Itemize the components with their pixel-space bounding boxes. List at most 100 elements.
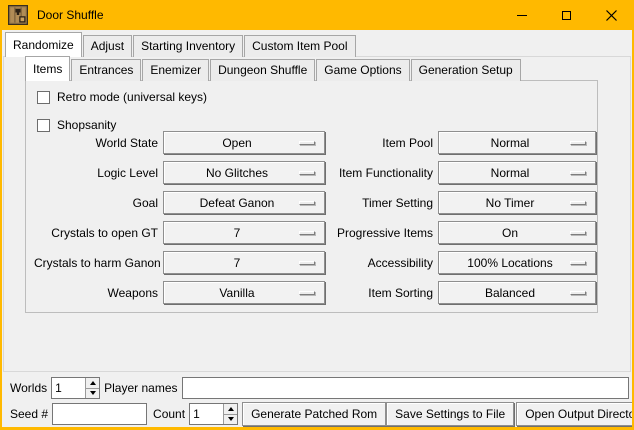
- tab-custom-item-pool[interactable]: Custom Item Pool: [244, 35, 355, 57]
- dropdown-indicator-icon: [299, 201, 315, 205]
- window-border-left: [0, 30, 2, 430]
- dropdown-indicator-icon: [299, 291, 315, 295]
- maximize-icon: [562, 11, 571, 20]
- worlds-spinner[interactable]: [51, 377, 100, 399]
- progressive-items-row: Progressive Items On: [336, 221, 596, 244]
- door-shuffle-window: Door Shuffle Randomize Adjust Starting I…: [0, 0, 634, 430]
- minimize-button[interactable]: [499, 0, 544, 30]
- count-label: Count: [153, 407, 185, 421]
- tab-enemizer[interactable]: Enemizer: [142, 59, 209, 81]
- tab-items[interactable]: Items: [25, 56, 70, 81]
- item-pool-value: Normal: [491, 136, 544, 150]
- timer-setting-value: No Timer: [486, 196, 549, 210]
- dropdown-indicator-icon: [570, 171, 586, 175]
- spin-down-icon[interactable]: [86, 389, 99, 399]
- tab-generation-setup[interactable]: Generation Setup: [411, 59, 521, 81]
- shopsanity-label: Shopsanity: [57, 118, 116, 132]
- progressive-items-value: On: [502, 226, 532, 240]
- dropdown-indicator-icon: [570, 141, 586, 145]
- maximize-button[interactable]: [544, 0, 589, 30]
- weapons-value: Vanilla: [219, 286, 268, 300]
- logic-level-dropdown[interactable]: No Glitches: [163, 161, 325, 184]
- count-input[interactable]: [190, 404, 223, 424]
- tab-randomize[interactable]: Randomize: [5, 32, 82, 57]
- dropdown-indicator-icon: [299, 261, 315, 265]
- spin-up-icon[interactable]: [224, 404, 237, 415]
- logic-level-value: No Glitches: [206, 166, 282, 180]
- crystals-gt-row: Crystals to open GT 7: [34, 221, 325, 244]
- item-sorting-value: Balanced: [485, 286, 549, 300]
- titlebar[interactable]: Door Shuffle: [0, 0, 634, 30]
- spin-up-icon[interactable]: [86, 378, 99, 389]
- worlds-label: Worlds: [10, 381, 47, 395]
- retro-mode-checkbox[interactable]: [37, 91, 50, 104]
- item-functionality-row: Item Functionality Normal: [336, 161, 596, 184]
- player-names-input[interactable]: [182, 377, 630, 399]
- goal-value: Defeat Ganon: [200, 196, 289, 210]
- sub-tab-bar: Items Entrances Enemizer Dungeon Shuffle…: [25, 58, 522, 81]
- open-output-directory-button[interactable]: Open Output Directory: [516, 402, 634, 426]
- timer-setting-dropdown[interactable]: No Timer: [438, 191, 596, 214]
- generation-row: Seed # Count Generate Patched Rom Save S…: [10, 402, 625, 426]
- close-button[interactable]: [589, 0, 634, 30]
- crystals-ganon-label: Crystals to harm Ganon: [34, 256, 158, 270]
- save-settings-button[interactable]: Save Settings to File: [386, 402, 514, 426]
- dropdown-indicator-icon: [299, 141, 315, 145]
- world-state-row: World State Open: [34, 131, 325, 154]
- worlds-spinner-buttons: [85, 378, 99, 398]
- crystals-ganon-row: Crystals to harm Ganon 7: [34, 251, 325, 274]
- close-icon: [606, 10, 617, 21]
- dropdown-indicator-icon: [570, 231, 586, 235]
- weapons-row: Weapons Vanilla: [34, 281, 325, 304]
- options-column-right: Item Pool Normal Item Functionality Norm…: [336, 131, 596, 311]
- item-pool-dropdown[interactable]: Normal: [438, 131, 596, 154]
- dropdown-indicator-icon: [570, 201, 586, 205]
- goal-dropdown[interactable]: Defeat Ganon: [163, 191, 325, 214]
- progressive-items-dropdown[interactable]: On: [438, 221, 596, 244]
- logic-level-label: Logic Level: [34, 166, 158, 180]
- shopsanity-checkbox[interactable]: [37, 119, 50, 132]
- weapons-label: Weapons: [34, 286, 158, 300]
- crystals-ganon-value: 7: [234, 256, 255, 270]
- dropdown-indicator-icon: [570, 291, 586, 295]
- generate-patched-rom-button[interactable]: Generate Patched Rom: [242, 402, 386, 426]
- window-controls: [499, 0, 634, 30]
- tab-dungeon-shuffle[interactable]: Dungeon Shuffle: [210, 59, 315, 81]
- items-tab-content: Retro mode (universal keys) Shopsanity W…: [25, 80, 598, 313]
- crystals-gt-label: Crystals to open GT: [34, 226, 158, 240]
- item-sorting-dropdown[interactable]: Balanced: [438, 281, 596, 304]
- tab-starting-inventory[interactable]: Starting Inventory: [133, 35, 243, 57]
- tab-game-options[interactable]: Game Options: [316, 59, 409, 81]
- timer-setting-label: Timer Setting: [336, 196, 433, 210]
- spin-down-icon[interactable]: [224, 415, 237, 425]
- item-pool-row: Item Pool Normal: [336, 131, 596, 154]
- weapons-dropdown[interactable]: Vanilla: [163, 281, 325, 304]
- multiworld-row: Worlds Player names: [10, 377, 629, 399]
- crystals-gt-value: 7: [234, 226, 255, 240]
- world-state-dropdown[interactable]: Open: [163, 131, 325, 154]
- crystals-gt-dropdown[interactable]: 7: [163, 221, 325, 244]
- item-sorting-row: Item Sorting Balanced: [336, 281, 596, 304]
- tab-adjust[interactable]: Adjust: [83, 35, 132, 57]
- dropdown-indicator-icon: [570, 261, 586, 265]
- item-pool-label: Item Pool: [336, 136, 433, 150]
- world-state-label: World State: [34, 136, 158, 150]
- tab-entrances[interactable]: Entrances: [71, 59, 141, 81]
- item-sorting-label: Item Sorting: [336, 286, 433, 300]
- worlds-input[interactable]: [52, 378, 85, 398]
- count-spinner-buttons: [223, 404, 237, 424]
- timer-setting-row: Timer Setting No Timer: [336, 191, 596, 214]
- progressive-items-label: Progressive Items: [336, 226, 433, 240]
- accessibility-dropdown[interactable]: 100% Locations: [438, 251, 596, 274]
- item-functionality-dropdown[interactable]: Normal: [438, 161, 596, 184]
- player-names-label: Player names: [104, 381, 177, 395]
- accessibility-label: Accessibility: [336, 256, 433, 270]
- window-title: Door Shuffle: [37, 8, 104, 22]
- main-tab-bar: Randomize Adjust Starting Inventory Cust…: [5, 31, 357, 57]
- crystals-ganon-dropdown[interactable]: 7: [163, 251, 325, 274]
- accessibility-value: 100% Locations: [467, 256, 566, 270]
- minimize-icon: [517, 15, 527, 16]
- count-spinner[interactable]: [189, 403, 238, 425]
- seed-input[interactable]: [52, 403, 147, 425]
- accessibility-row: Accessibility 100% Locations: [336, 251, 596, 274]
